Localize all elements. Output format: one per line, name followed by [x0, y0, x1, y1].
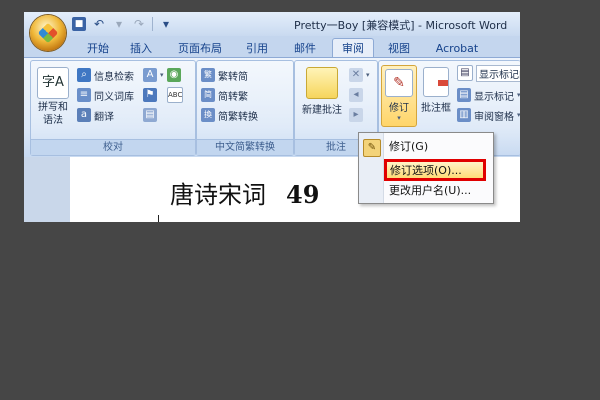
document-icon: ▤ — [143, 108, 157, 122]
group-chinese-conversion: 繁 繁转简 简 简转繁 換 简繁转换 中文简繁转换 — [196, 60, 294, 156]
simp-to-trad-icon: 简 — [201, 88, 215, 102]
menu-icon-gutter: ✎ — [359, 133, 384, 203]
doc-tools-button[interactable]: ▤ — [143, 107, 157, 123]
translate-button[interactable]: a 翻译 — [77, 107, 114, 123]
menu-item-track-changes[interactable]: 修订(G) — [385, 137, 487, 157]
thesaurus-icon: ≡ — [77, 88, 91, 102]
qat-separator — [152, 17, 153, 31]
tab-view[interactable]: 视图 — [382, 40, 416, 57]
research-label: 信息检索 — [94, 71, 134, 83]
globe-icon: ◉ — [167, 68, 181, 82]
reviewing-pane-label: 审阅窗格 — [474, 111, 514, 123]
convert-label: 简繁转换 — [218, 111, 258, 123]
document-title-text: 唐诗宋词 — [170, 181, 266, 209]
title-bar: ■ ↶ ▾ ↷ ▾ Pretty一Boy [兼容模式] - Microsoft … — [24, 12, 520, 51]
language-icon: A — [143, 68, 157, 82]
office-button[interactable] — [30, 15, 66, 51]
previous-comment-icon: ◂ — [349, 88, 363, 102]
office-logo-icon — [37, 22, 59, 44]
show-markup-icon: ▤ — [457, 88, 471, 102]
undo-dropdown-icon[interactable]: ▾ — [112, 17, 126, 31]
document-heading: 唐诗宋词 49 — [170, 175, 319, 210]
text-cursor — [158, 215, 159, 222]
flag-icon: ⚑ — [143, 88, 157, 102]
tab-page-layout[interactable]: 页面布局 — [172, 40, 228, 57]
delete-comment-icon: ✕ — [349, 68, 363, 82]
new-comment-icon — [306, 67, 338, 99]
new-comment-label: 新建批注 — [302, 105, 342, 116]
simplified-traditional-convert-button[interactable]: 換 简繁转换 — [201, 107, 258, 123]
convert-icon: 換 — [201, 108, 215, 122]
simplified-to-traditional-button[interactable]: 简 简转繁 — [201, 87, 248, 103]
thesaurus-label: 同义词库 — [94, 91, 134, 103]
group-chinese-conversion-label: 中文简繁转换 — [197, 139, 293, 155]
abc-123-icon: ABC — [167, 87, 183, 103]
traditional-to-simplified-button[interactable]: 繁 繁转简 — [201, 67, 248, 83]
research-button[interactable]: ⌕ 信息检索 — [77, 67, 134, 83]
next-comment-icon: ▸ — [349, 108, 363, 122]
trad-to-simp-label: 繁转简 — [218, 71, 248, 83]
track-changes-menu: ✎ 修订(G) 修订选项(O)... 更改用户名(U)... — [358, 132, 494, 204]
translate-label: 翻译 — [94, 111, 114, 123]
display-for-review-dropdown[interactable]: ▤ 显示标记的... — [457, 64, 520, 82]
ribbon-tabs: 开始 插入 页面布局 引用 邮件 审阅 视图 Acrobat — [24, 36, 520, 58]
trad-to-simp-icon: 繁 — [201, 68, 215, 82]
abc-check-icon: 字A — [37, 67, 69, 99]
balloons-label: 批注框 — [421, 103, 451, 114]
group-proofing: 字A 拼写和 语法 ⌕ 信息检索 ≡ 同义词库 a 翻译 A ▾ ◉ ⚑ ABC… — [30, 60, 196, 156]
dropdown-arrow-icon: ▾ — [517, 111, 520, 119]
balloons-icon — [423, 67, 449, 97]
undo-icon[interactable]: ↶ — [92, 17, 106, 31]
quick-access-toolbar: ■ ↶ ▾ ↷ ▾ — [72, 16, 173, 32]
set-language-button[interactable]: A ▾ — [143, 67, 164, 83]
abc-count-button[interactable]: ABC — [167, 87, 183, 103]
new-comment-button[interactable]: 新建批注 — [297, 67, 347, 116]
balloons-button[interactable]: 批注框 — [419, 67, 453, 114]
translate-icon: a — [77, 108, 91, 122]
show-markup-label: 显示标记 — [474, 91, 514, 103]
tab-review[interactable]: 审阅 — [332, 38, 374, 58]
tab-insert[interactable]: 插入 — [124, 40, 158, 57]
menu-item-change-username[interactable]: 更改用户名(U)... — [385, 181, 487, 201]
delete-comment-button[interactable]: ✕ ▾ — [349, 67, 370, 83]
track-changes-small-icon: ✎ — [363, 139, 381, 157]
dropdown-arrow-icon: ▾ — [366, 71, 370, 79]
spelling-grammar-label: 拼写和 语法 — [38, 102, 68, 126]
dropdown-arrow-icon: ▾ — [517, 91, 520, 99]
tab-mailings[interactable]: 邮件 — [288, 40, 322, 57]
track-changes-label: 修订 — [389, 103, 409, 114]
redo-icon[interactable]: ↷ — [132, 17, 146, 31]
tab-acrobat[interactable]: Acrobat — [429, 40, 485, 57]
spelling-grammar-button[interactable]: 字A 拼写和 语法 — [33, 67, 73, 127]
group-proofing-label: 校对 — [31, 139, 195, 155]
save-icon[interactable]: ■ — [72, 17, 86, 31]
reviewing-pane-icon: ▥ — [457, 108, 471, 122]
show-markup-button[interactable]: ▤ 显示标记 ▾ — [457, 87, 520, 103]
previous-comment-button[interactable]: ◂ — [349, 87, 363, 103]
language-sub-button[interactable]: ⚑ — [143, 87, 157, 103]
thesaurus-button[interactable]: ≡ 同义词库 — [77, 87, 134, 103]
balloon-mark-icon — [438, 80, 448, 86]
document-title-number: 49 — [286, 180, 320, 209]
reviewing-pane-button[interactable]: ▥ 审阅窗格 ▾ — [457, 107, 520, 123]
window-title: Pretty一Boy [兼容模式] - Microsoft Word — [294, 19, 508, 32]
word-count-button[interactable]: ◉ — [167, 67, 181, 83]
customize-icon[interactable]: ▾ — [159, 17, 173, 31]
tab-references[interactable]: 引用 — [240, 40, 274, 57]
track-changes-dropdown-icon: ▾ — [397, 114, 401, 122]
next-comment-button[interactable]: ▸ — [349, 107, 363, 123]
display-review-icon: ▤ — [457, 65, 473, 81]
research-icon: ⌕ — [77, 68, 91, 82]
dropdown-arrow-icon: ▾ — [160, 71, 164, 79]
tab-home[interactable]: 开始 — [82, 40, 114, 57]
menu-item-track-options[interactable]: 修订选项(O)... — [385, 161, 485, 181]
simp-to-trad-label: 简转繁 — [218, 91, 248, 103]
display-review-value: 显示标记的... — [476, 64, 520, 82]
track-changes-button[interactable]: ✎ 修订 ▾ — [381, 65, 417, 127]
track-changes-icon: ✎ — [385, 69, 413, 97]
